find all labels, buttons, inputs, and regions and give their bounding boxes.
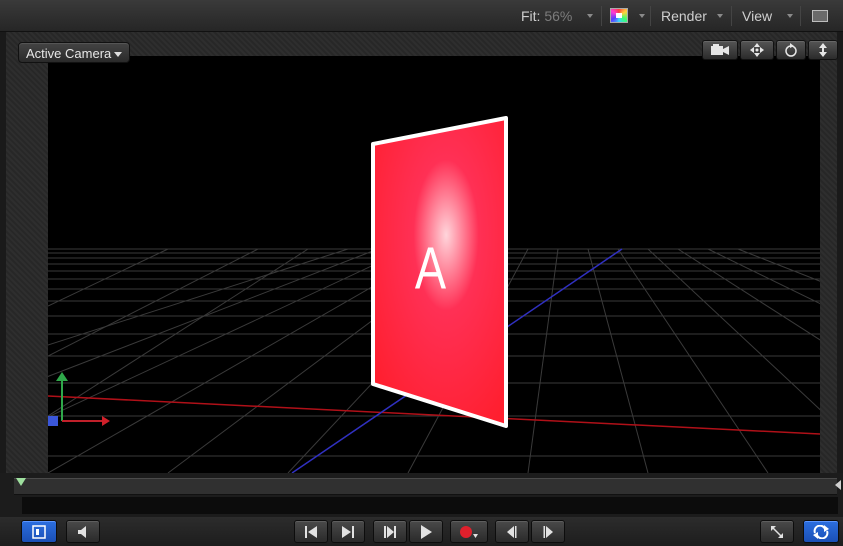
viewer-toolbar: Fit: 56% Render View xyxy=(0,0,843,32)
channels-chevron-down-icon[interactable] xyxy=(639,14,645,18)
play-range-icon[interactable] xyxy=(21,520,57,543)
fit-chevron-down-icon[interactable] xyxy=(587,14,593,18)
render-chevron-down-icon[interactable] xyxy=(717,14,723,18)
previous-frame-icon[interactable] xyxy=(495,520,529,543)
viewer-layout-icon[interactable] xyxy=(812,10,828,22)
next-frame-icon[interactable] xyxy=(531,520,565,543)
channels-icon[interactable] xyxy=(610,8,628,23)
toolbar-divider xyxy=(601,6,602,26)
dolly-icon[interactable] xyxy=(808,40,838,60)
camera-icon[interactable] xyxy=(702,40,738,60)
record-icon[interactable] xyxy=(450,520,488,543)
play-range-end-icon[interactable] xyxy=(835,480,841,490)
render-menu[interactable]: Render xyxy=(661,8,707,24)
loop-icon[interactable] xyxy=(803,520,839,543)
audio-icon[interactable] xyxy=(66,520,100,543)
canvas-viewport[interactable]: A xyxy=(48,56,820,473)
fullscreen-icon[interactable] xyxy=(760,520,794,543)
go-to-play-range-start-icon[interactable] xyxy=(373,520,407,543)
layer-card[interactable]: A xyxy=(371,116,508,428)
timeline-strip[interactable] xyxy=(22,497,838,514)
active-camera-label: Active Camera xyxy=(26,46,112,61)
go-to-end-icon[interactable] xyxy=(331,520,365,543)
view-menu[interactable]: View xyxy=(742,8,772,24)
active-camera-menu[interactable]: Active Camera xyxy=(18,42,130,63)
view-chevron-down-icon[interactable] xyxy=(787,14,793,18)
toolbar-divider xyxy=(650,6,651,26)
orbit-icon[interactable] xyxy=(776,40,806,60)
playhead-icon[interactable] xyxy=(16,478,26,486)
mini-timeline[interactable] xyxy=(14,478,837,495)
go-to-start-icon[interactable] xyxy=(294,520,328,543)
fit-value: 56% xyxy=(544,8,573,24)
toolbar-divider xyxy=(800,6,801,26)
play-icon[interactable] xyxy=(409,520,443,543)
fit-label: Fit: xyxy=(521,8,541,24)
3d-view-tools xyxy=(702,40,838,60)
pan-icon[interactable] xyxy=(740,40,774,60)
toolbar-divider xyxy=(731,6,732,26)
chevron-down-icon xyxy=(114,52,122,57)
layer-letter: A xyxy=(415,235,446,302)
fit-menu[interactable]: Fit: 56% xyxy=(521,8,572,24)
